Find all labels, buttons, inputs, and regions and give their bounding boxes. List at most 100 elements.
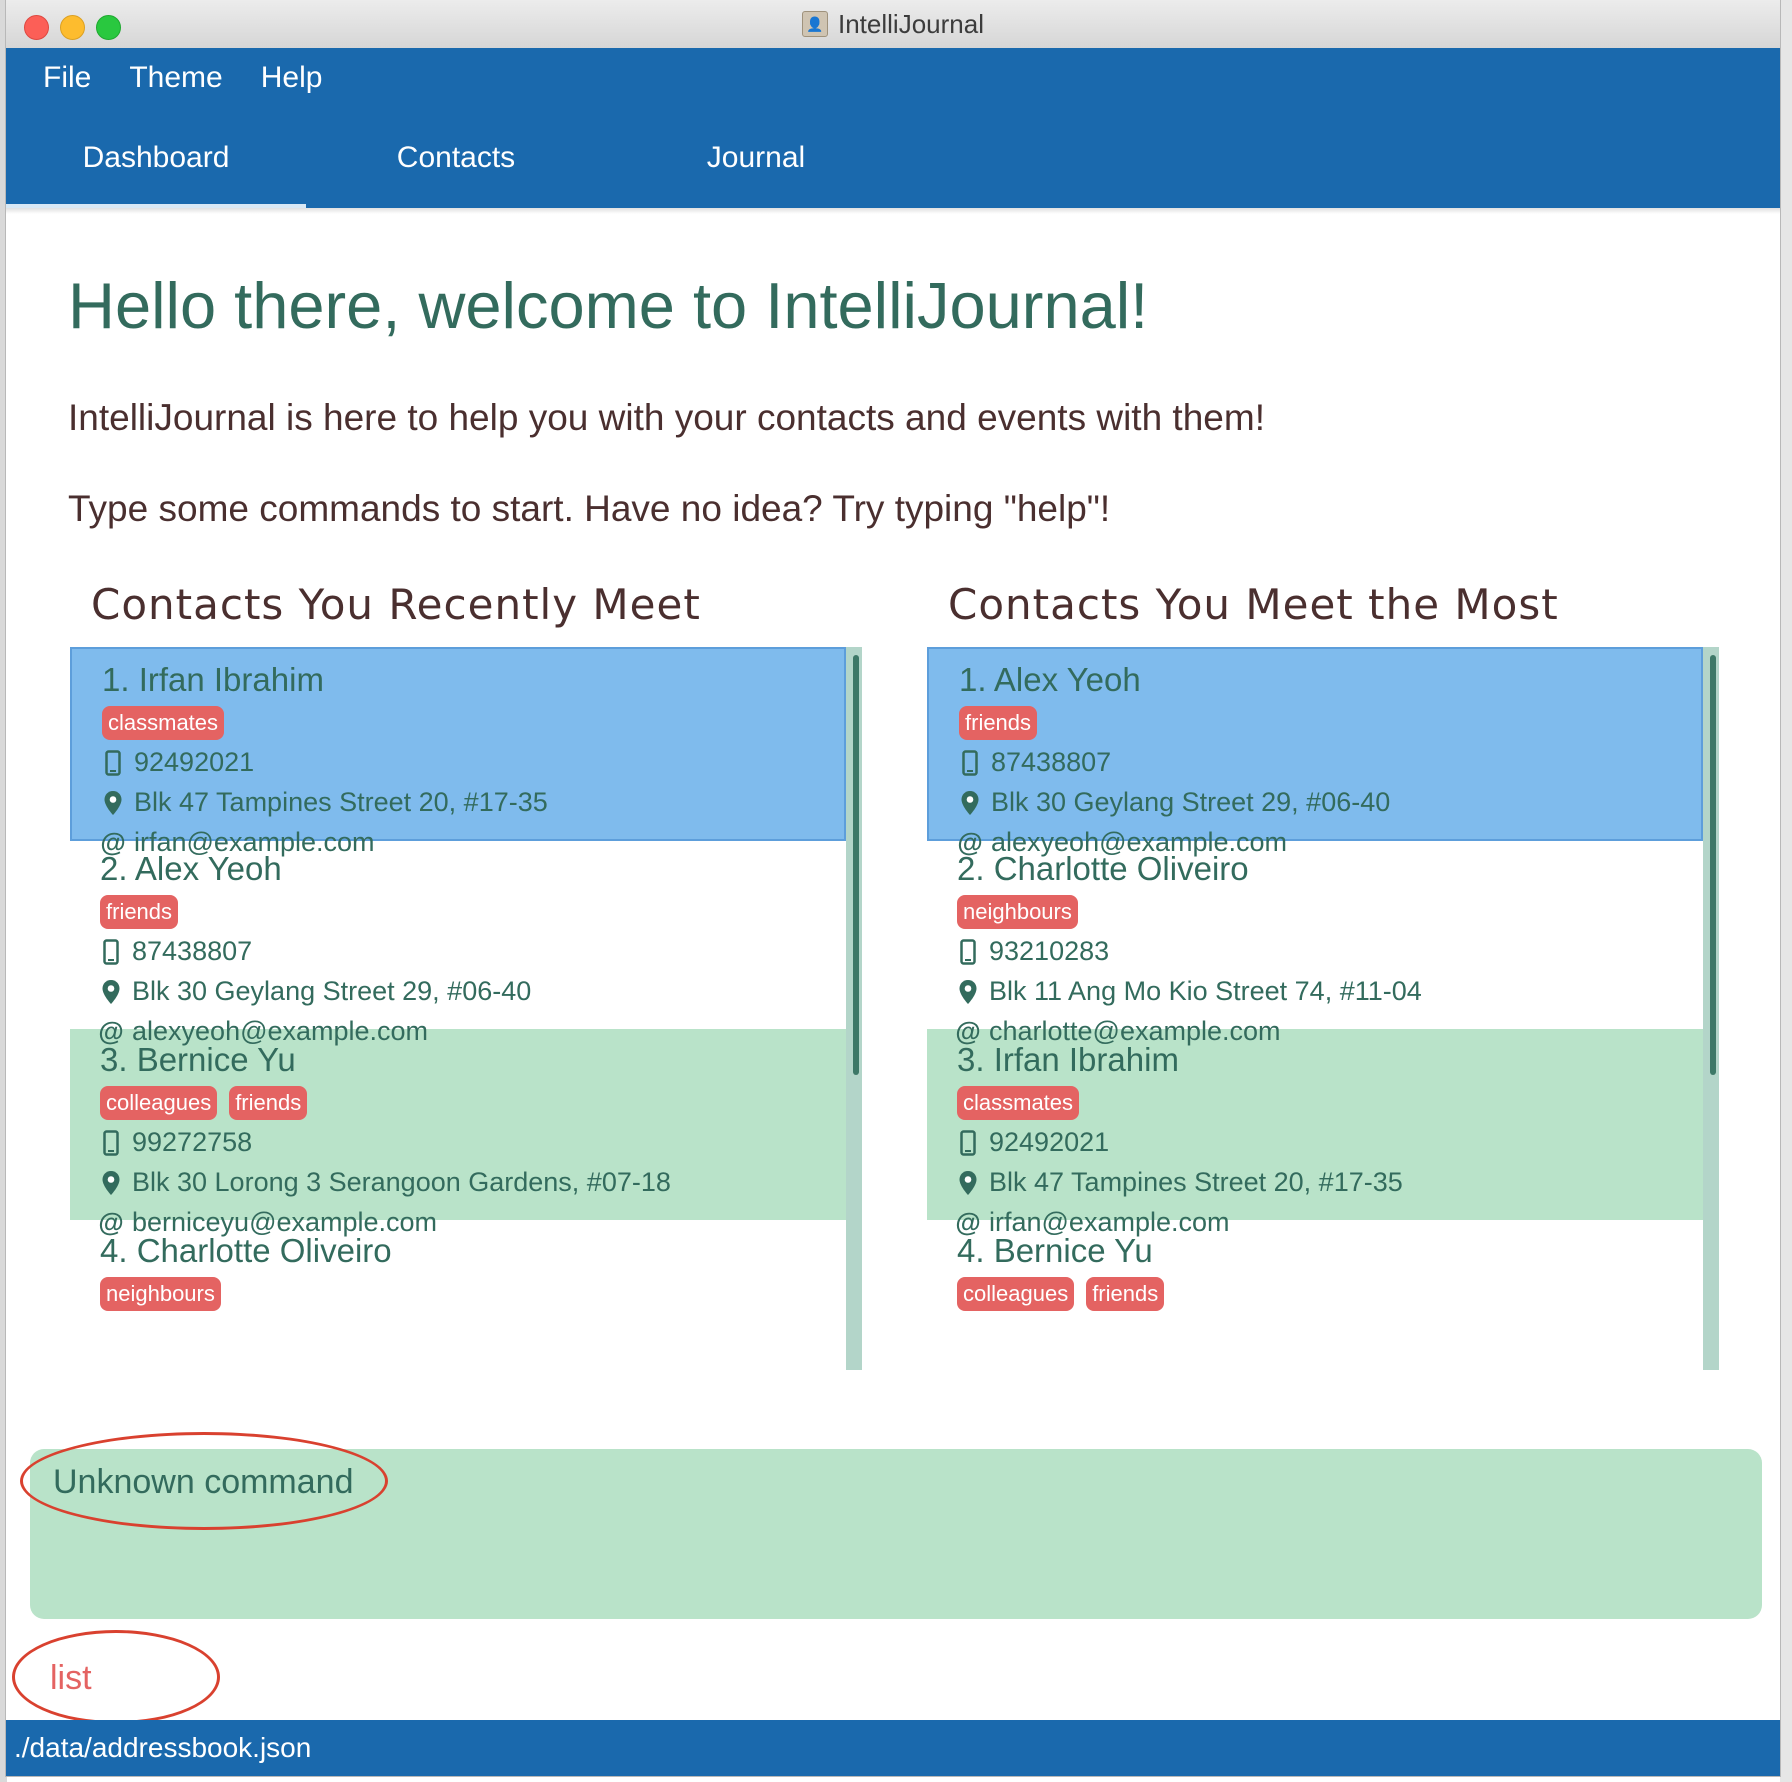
contact-tags: colleagues friends <box>957 1277 1165 1311</box>
intro-text: IntelliJournal is here to help you with … <box>68 397 1265 438</box>
contact-phone: 87438807 <box>100 936 252 967</box>
location-pin-icon <box>102 789 124 817</box>
tag-badge: classmates <box>957 1086 1080 1120</box>
contact-email-text: berniceyu@example.com <box>132 1207 438 1237</box>
frequent-contact-card[interactable]: 2. Charlotte Oliveiro neighbours 93210283 B… <box>927 838 1703 1046</box>
frequent-contact-card[interactable]: 1. Alex Yeoh friends 87438807 Blk 30 Geylan… <box>927 647 1703 857</box>
tag-badge: colleagues <box>100 1086 218 1120</box>
title-bar[interactable]: 👤 IntelliJournal <box>6 0 1780 49</box>
contact-phone-text: 92492021 <box>134 747 255 777</box>
welcome-heading: Hello there, welcome to IntelliJournal! <box>68 269 1149 342</box>
recent-contacts-title: Contacts You Recently Meet <box>91 580 701 629</box>
location-pin-icon <box>959 789 981 817</box>
frequent-list-scrollbar[interactable] <box>1703 647 1719 1370</box>
contact-phone-text: 92492021 <box>989 1127 1110 1157</box>
contact-email-text: alexyeoh@example.com <box>991 827 1288 857</box>
contact-tags: neighbours <box>957 895 1078 929</box>
tag-badge: friends <box>229 1086 308 1120</box>
at-sign-icon: @ <box>100 827 126 857</box>
hint-text: Type some commands to start. Have no ide… <box>68 488 1111 529</box>
contact-email: @ irfan@example.com <box>100 827 375 858</box>
tag-badge: neighbours <box>100 1277 221 1311</box>
menu-help[interactable]: Help <box>261 61 323 95</box>
phone-icon <box>957 1129 979 1157</box>
frequent-contacts-list[interactable]: 4. Bernice Yu colleagues friends 3. Irfan I… <box>927 647 1719 1370</box>
data-file-path: ./data/addressbook.json <box>14 1732 312 1763</box>
contact-tags: classmates <box>102 706 225 740</box>
recent-contacts-list[interactable]: 4. Charlotte Oliveiro neighbours 3. Bernic… <box>70 647 862 1370</box>
status-bar: ./data/addressbook.json <box>6 1720 1780 1776</box>
annotation-ring-result <box>20 1432 388 1530</box>
tag-badge: neighbours <box>957 895 1078 929</box>
location-pin-icon <box>100 978 122 1006</box>
phone-icon <box>957 938 979 966</box>
contact-tags: neighbours <box>100 1277 221 1311</box>
recent-list-scrollbar[interactable] <box>846 647 862 1370</box>
at-sign-icon: @ <box>957 827 983 857</box>
at-sign-icon: @ <box>955 1016 981 1046</box>
contact-name: 1. Irfan Ibrahim <box>102 661 324 698</box>
recent-contact-card[interactable]: 4. Charlotte Oliveiro neighbours <box>70 1220 846 1370</box>
contact-email-text: alexyeoh@example.com <box>132 1016 429 1046</box>
tag-badge: friends <box>1086 1277 1165 1311</box>
menu-theme[interactable]: Theme <box>129 61 222 95</box>
command-input[interactable] <box>50 1655 1750 1701</box>
contact-address-text: Blk 30 Geylang Street 29, #06-40 <box>132 976 532 1006</box>
recent-contact-card[interactable]: 3. Bernice Yu colleagues friends 99272758 Bl… <box>70 1029 846 1237</box>
tab-bar: Dashboard Contacts Journal <box>6 108 1780 208</box>
tab-journal[interactable]: Journal <box>606 108 906 208</box>
scrollbar-thumb[interactable] <box>853 655 859 1075</box>
contact-address-text: Blk 47 Tampines Street 20, #17-35 <box>134 787 548 817</box>
frequent-contact-card[interactable]: 4. Bernice Yu colleagues friends <box>927 1220 1703 1370</box>
phone-icon <box>102 749 124 777</box>
phone-icon <box>100 938 122 966</box>
window-title: IntelliJournal <box>838 8 984 39</box>
menu-file[interactable]: File <box>43 61 91 95</box>
location-pin-icon <box>100 1169 122 1197</box>
contact-phone: 99272758 <box>100 1127 252 1158</box>
contact-tags: colleagues friends <box>100 1086 308 1120</box>
contact-address-text: Blk 30 Geylang Street 29, #06-40 <box>991 787 1391 817</box>
contact-email-text: irfan@example.com <box>134 827 375 857</box>
location-pin-icon <box>957 1169 979 1197</box>
tag-badge: friends <box>100 895 179 929</box>
tab-contacts[interactable]: Contacts <box>306 108 606 208</box>
frequent-contacts-title: Contacts You Meet the Most <box>948 580 1559 629</box>
scrollbar-thumb[interactable] <box>1710 655 1716 1075</box>
contact-address-text: Blk 30 Lorong 3 Serangoon Gardens, #07-1… <box>132 1167 671 1197</box>
contact-email: @ berniceyu@example.com <box>98 1207 438 1238</box>
tag-badge: colleagues <box>957 1277 1075 1311</box>
contact-address: Blk 30 Geylang Street 29, #06-40 <box>100 976 531 1007</box>
contact-tags: classmates <box>957 1086 1080 1120</box>
frequent-contact-card[interactable]: 3. Irfan Ibrahim classmates 92492021 Blk 47… <box>927 1029 1703 1237</box>
contact-email-text: irfan@example.com <box>989 1207 1230 1237</box>
tag-badge: friends <box>959 706 1038 740</box>
phone-icon <box>959 749 981 777</box>
contact-phone-text: 93210283 <box>989 936 1110 966</box>
recent-contact-card[interactable]: 2. Alex Yeoh friends 87438807 Blk 30 Geylan… <box>70 838 846 1046</box>
at-sign-icon: @ <box>955 1207 981 1237</box>
contact-tags: friends <box>959 706 1038 740</box>
menu-bar: File Theme Help <box>6 48 1780 108</box>
contact-phone-text: 87438807 <box>132 936 253 966</box>
app-icon: 👤 <box>802 11 828 37</box>
contact-email-text: charlotte@example.com <box>989 1016 1281 1046</box>
contact-address: Blk 47 Tampines Street 20, #17-35 <box>102 787 548 818</box>
app-window: 👤 IntelliJournal File Theme Help Dashboa… <box>6 0 1780 1776</box>
contact-email: @ alexyeoh@example.com <box>957 827 1288 858</box>
contact-address: Blk 11 Ang Mo Kio Street 74, #11-04 <box>957 976 1422 1007</box>
contact-phone: 87438807 <box>959 747 1111 778</box>
recent-contact-card[interactable]: 1. Irfan Ibrahim classmates 92492021 Blk 47… <box>70 647 846 857</box>
contact-address: Blk 30 Geylang Street 29, #06-40 <box>959 787 1390 818</box>
contact-address-text: Blk 47 Tampines Street 20, #17-35 <box>989 1167 1403 1197</box>
contact-address: Blk 47 Tampines Street 20, #17-35 <box>957 1167 1403 1198</box>
at-sign-icon: @ <box>98 1207 124 1237</box>
location-pin-icon <box>957 978 979 1006</box>
contact-email: @ irfan@example.com <box>955 1207 1230 1238</box>
at-sign-icon: @ <box>98 1016 124 1046</box>
tab-dashboard[interactable]: Dashboard <box>6 108 306 208</box>
phone-icon <box>100 1129 122 1157</box>
desktop-background-right <box>1780 0 1792 1782</box>
contact-address-text: Blk 11 Ang Mo Kio Street 74, #11-04 <box>989 976 1422 1006</box>
contact-address: Blk 30 Lorong 3 Serangoon Gardens, #07-1… <box>100 1167 671 1198</box>
